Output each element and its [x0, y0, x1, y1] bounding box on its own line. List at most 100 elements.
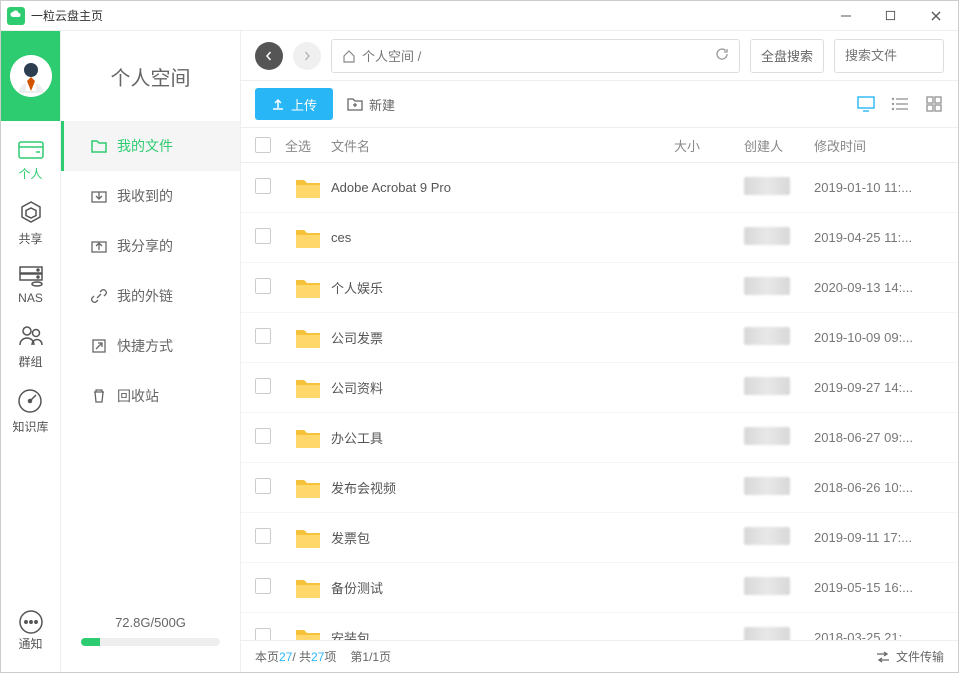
- avatar-box: [1, 31, 60, 121]
- col-name[interactable]: 文件名: [331, 136, 674, 155]
- search-input[interactable]: [834, 39, 944, 73]
- window-title: 一粒云盘主页: [31, 7, 823, 24]
- menu-received[interactable]: 我收到的: [61, 171, 240, 221]
- col-size[interactable]: 大小: [674, 136, 744, 155]
- menu-trash[interactable]: 回收站: [61, 371, 240, 421]
- file-creator: [744, 377, 814, 398]
- nav-label: NAS: [18, 291, 43, 305]
- row-checkbox[interactable]: [255, 628, 271, 640]
- col-selectall[interactable]: 全选: [285, 136, 331, 155]
- refresh-button[interactable]: [715, 47, 729, 64]
- file-time: 2020-09-13 14:...: [814, 280, 944, 295]
- new-button[interactable]: 新建: [347, 88, 395, 120]
- row-checkbox[interactable]: [255, 378, 271, 394]
- table-row[interactable]: 发布会视频2018-06-26 10:...: [241, 463, 958, 513]
- app-logo-icon: [7, 7, 25, 25]
- home-icon: [342, 49, 356, 63]
- col-creator[interactable]: 创建人: [744, 136, 814, 155]
- storage-bar: [81, 638, 220, 646]
- file-time: 2019-05-15 16:...: [814, 580, 944, 595]
- file-name: 公司发票: [331, 328, 674, 347]
- new-folder-icon: [347, 97, 363, 111]
- row-checkbox[interactable]: [255, 528, 271, 544]
- table-row[interactable]: 办公工具2018-06-27 09:...: [241, 413, 958, 463]
- table-row[interactable]: 公司发票2019-10-09 09:...: [241, 313, 958, 363]
- nav-back-button[interactable]: [255, 42, 283, 70]
- transfer-icon: [876, 651, 890, 663]
- storage-text: 72.8G/500G: [81, 615, 220, 630]
- nav-forward-button[interactable]: [293, 42, 321, 70]
- menu-label: 我的外链: [117, 286, 173, 306]
- nav-nas[interactable]: NAS: [18, 265, 44, 305]
- row-checkbox[interactable]: [255, 278, 271, 294]
- table-row[interactable]: Adobe Acrobat 9 Pro 2019-01-10 11:...: [241, 163, 958, 213]
- table-row[interactable]: ces 2019-04-25 11:...: [241, 213, 958, 263]
- search-scope-select[interactable]: 全盘搜索: [750, 39, 824, 73]
- view-grid-button[interactable]: [924, 94, 944, 114]
- file-creator: [744, 177, 814, 198]
- file-creator: [744, 227, 814, 248]
- table-row[interactable]: 安装包2018-03-25 21:...: [241, 613, 958, 640]
- pager-text: 第1/1页: [350, 648, 391, 665]
- trash-icon: [91, 388, 107, 404]
- action-toolbar: 上传 新建: [241, 81, 958, 127]
- minimize-button[interactable]: [823, 1, 868, 31]
- sidebar-title: 个人空间: [61, 31, 240, 121]
- left-nav: 个人 共享 NAS 群组 知识库 通知: [1, 31, 61, 672]
- menu-label: 我分享的: [117, 236, 173, 256]
- upload-button[interactable]: 上传: [255, 88, 333, 120]
- menu-my-files[interactable]: 我的文件: [61, 121, 240, 171]
- row-checkbox[interactable]: [255, 178, 271, 194]
- nav-knowledge[interactable]: 知识库: [12, 388, 48, 435]
- select-all-checkbox[interactable]: [255, 137, 271, 153]
- file-name: Adobe Acrobat 9 Pro: [331, 180, 674, 195]
- nav-notification[interactable]: 通知: [18, 609, 44, 652]
- folder-icon: [91, 139, 107, 153]
- row-checkbox[interactable]: [255, 228, 271, 244]
- col-time[interactable]: 修改时间: [814, 136, 944, 155]
- file-list[interactable]: Adobe Acrobat 9 Pro 2019-01-10 11:... ces 2…: [241, 163, 958, 640]
- breadcrumb-path[interactable]: 个人空间 /: [331, 39, 740, 73]
- folder-icon: [285, 176, 331, 200]
- nav-personal[interactable]: 个人: [18, 139, 44, 182]
- file-time: 2019-01-10 11:...: [814, 180, 944, 195]
- row-checkbox[interactable]: [255, 578, 271, 594]
- table-row[interactable]: 公司资料2019-09-27 14:...: [241, 363, 958, 413]
- maximize-button[interactable]: [868, 1, 913, 31]
- row-checkbox[interactable]: [255, 478, 271, 494]
- outbox-icon: [91, 239, 107, 253]
- file-creator: [744, 327, 814, 348]
- row-checkbox[interactable]: [255, 328, 271, 344]
- menu-links[interactable]: 我的外链: [61, 271, 240, 321]
- file-transfer-button[interactable]: 文件传输: [876, 648, 944, 665]
- view-list-button[interactable]: [890, 94, 910, 114]
- nav-label: 个人: [18, 165, 42, 182]
- file-name: 办公工具: [331, 428, 674, 447]
- file-name: ces: [331, 230, 674, 245]
- nav-group[interactable]: 群组: [18, 323, 44, 370]
- file-name: 个人娱乐: [331, 278, 674, 297]
- view-monitor-button[interactable]: [856, 94, 876, 114]
- nav-share[interactable]: 共享: [18, 200, 44, 247]
- user-avatar[interactable]: [10, 55, 52, 97]
- path-text: 个人空间 /: [362, 46, 421, 65]
- folder-icon: [285, 276, 331, 300]
- total-count: 27: [311, 650, 324, 664]
- menu-shortcuts[interactable]: 快捷方式: [61, 321, 240, 371]
- close-button[interactable]: [913, 1, 958, 31]
- menu-shared[interactable]: 我分享的: [61, 221, 240, 271]
- table-row[interactable]: 发票包2019-09-11 17:...: [241, 513, 958, 563]
- nav-label: 共享: [18, 230, 42, 247]
- status-footer: 本页 27 / 共 27 项 第1/1页 文件传输: [241, 640, 958, 672]
- shortcut-icon: [91, 338, 107, 354]
- file-creator: [744, 477, 814, 498]
- row-checkbox[interactable]: [255, 428, 271, 444]
- table-row[interactable]: 备份测试2019-05-15 16:...: [241, 563, 958, 613]
- file-creator: [744, 627, 814, 640]
- table-row[interactable]: 个人娱乐 2020-09-13 14:...: [241, 263, 958, 313]
- link-icon: [91, 288, 107, 304]
- titlebar: 一粒云盘主页: [1, 1, 958, 31]
- menu-label: 快捷方式: [117, 336, 173, 356]
- file-time: 2019-04-25 11:...: [814, 230, 944, 245]
- file-creator: [744, 277, 814, 298]
